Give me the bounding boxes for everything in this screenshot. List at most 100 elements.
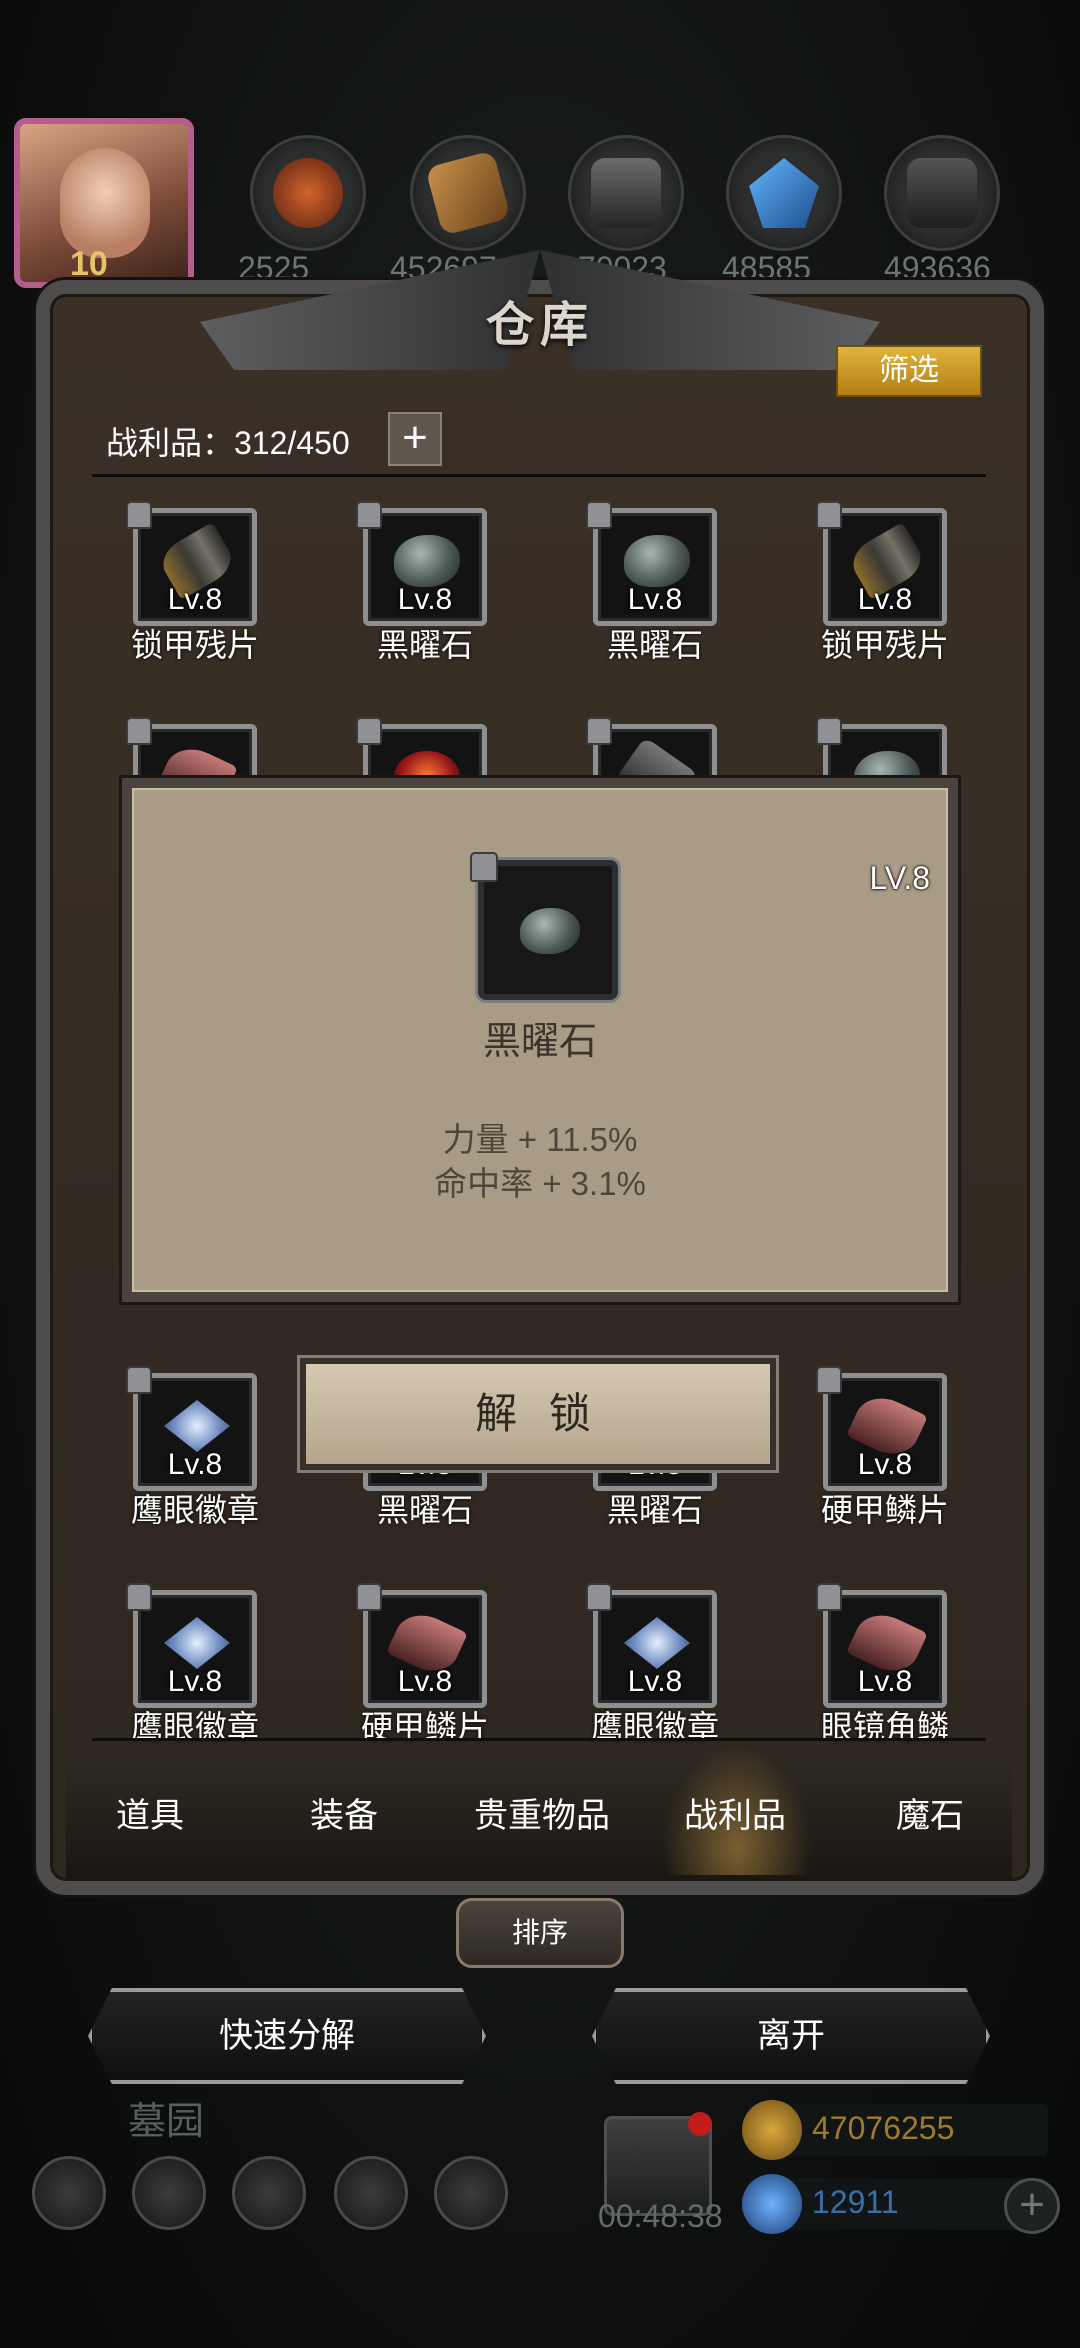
obsidian-icon: [394, 535, 460, 587]
lock-icon: [586, 501, 612, 529]
item-name: 黑曜石: [376, 627, 473, 663]
crystal-resource-icon[interactable]: [726, 135, 842, 251]
item-slot: Lv.8: [816, 1583, 947, 1708]
popup-item-level: LV.8: [869, 860, 930, 896]
lock-icon: [586, 717, 612, 745]
notification-dot: [688, 2112, 712, 2136]
item-name: 鹰眼徽章: [130, 1492, 259, 1528]
loot-item[interactable]: Lv.8 锁甲残片: [126, 501, 260, 666]
loot-item[interactable]: Lv.8 硬甲鳞片: [816, 1366, 950, 1531]
popup-item-name: 黑曜石: [482, 1021, 597, 1063]
item-name: 黑曜石: [606, 1492, 703, 1528]
item-slot: Lv.8: [126, 501, 257, 626]
tab-loot[interactable]: 战利品: [684, 1788, 786, 1837]
loot-item[interactable]: Lv.8 硬甲鳞片: [356, 1583, 490, 1748]
item-level: Lv.8: [167, 1665, 223, 1698]
player-level: 10: [70, 245, 108, 283]
lock-icon: [356, 717, 382, 745]
item-level: Lv.8: [857, 1448, 913, 1481]
item-slot: Lv.8: [816, 501, 947, 626]
zone-name: 墓园: [128, 2101, 205, 2143]
lock-icon: [816, 501, 842, 529]
item-name: 鹰眼徽章: [130, 1709, 259, 1745]
filter-button[interactable]: 筛选: [836, 345, 982, 397]
expand-capacity-button[interactable]: +: [388, 412, 442, 466]
stone-resource-icon[interactable]: [884, 135, 1000, 251]
loot-item[interactable]: Lv.8 黑曜石: [356, 501, 490, 666]
mail-icon[interactable]: [334, 2156, 408, 2230]
hawkeye-badge-icon: [164, 1617, 230, 1669]
item-name: 锁甲残片: [820, 627, 949, 663]
gem-icon: [742, 2174, 802, 2234]
item-name: 鹰眼徽章: [590, 1709, 719, 1745]
item-level: Lv.8: [627, 1665, 683, 1698]
lock-icon: [816, 1366, 842, 1394]
item-level: Lv.8: [627, 583, 683, 616]
lock-icon: [126, 1366, 152, 1394]
settings-icon[interactable]: [32, 2156, 106, 2230]
stat-accuracy: 命中率 + 3.1%: [434, 1165, 646, 1202]
tab-valuables[interactable]: 贵重物品: [474, 1788, 610, 1837]
unlock-button[interactable]: 解 锁: [300, 1358, 776, 1470]
item-slot: Lv.8: [586, 1583, 717, 1708]
tab-items[interactable]: 道具: [116, 1788, 184, 1837]
quick-decompose-button[interactable]: 快速分解: [88, 1988, 486, 2084]
item-level: Lv.8: [397, 1665, 453, 1698]
divider: [92, 474, 986, 477]
loot-item[interactable]: Lv.8 鹰眼徽章: [126, 1366, 260, 1531]
popup-item-slot: [470, 852, 618, 1000]
item-level: Lv.8: [167, 1448, 223, 1481]
tab-magic-stones[interactable]: 魔石: [896, 1788, 964, 1837]
obsidian-icon: [520, 908, 580, 954]
lock-icon: [816, 1583, 842, 1611]
lock-icon: [356, 501, 382, 529]
meat-resource-icon[interactable]: [250, 135, 366, 251]
hawkeye-badge-icon: [164, 1400, 230, 1452]
lock-icon: [470, 852, 498, 882]
gold-value: 47076255: [812, 2110, 955, 2146]
item-slot: Lv.8: [126, 1583, 257, 1708]
stat-strength: 力量 + 11.5%: [442, 1121, 638, 1158]
popup-item-stats: 力量 + 11.5% 命中率 + 3.1%: [132, 1118, 948, 1206]
item-level: Lv.8: [167, 583, 223, 616]
lock-icon: [586, 1583, 612, 1611]
hero-icon[interactable]: [132, 2156, 206, 2230]
wood-resource-icon[interactable]: [410, 135, 526, 251]
lock-icon: [816, 717, 842, 745]
lock-icon: [126, 1583, 152, 1611]
item-detail-popup: LV.8 黑曜石 力量 + 11.5% 命中率 + 3.1%: [122, 778, 958, 1302]
guild-icon[interactable]: [232, 2156, 306, 2230]
sort-button[interactable]: 排序: [456, 1898, 624, 1968]
map-icon[interactable]: [434, 2156, 508, 2230]
item-level: Lv.8: [397, 583, 453, 616]
avatar-portrait: [60, 148, 150, 258]
leave-button[interactable]: 离开: [592, 1988, 990, 2084]
divider: [92, 1738, 986, 1741]
lock-icon: [126, 501, 152, 529]
loot-item[interactable]: Lv.8 锁甲残片: [816, 501, 950, 666]
item-slot: Lv.8: [586, 501, 717, 626]
player-avatar[interactable]: 10: [14, 118, 194, 288]
lock-icon: [356, 1583, 382, 1611]
tab-equipment[interactable]: 装备: [310, 1788, 378, 1837]
loot-item[interactable]: Lv.8 眼镜角鳞: [816, 1583, 950, 1748]
iron-resource-icon[interactable]: [568, 135, 684, 251]
item-level: Lv.8: [857, 1665, 913, 1698]
item-slot: Lv.8: [816, 1366, 947, 1491]
loot-item[interactable]: Lv.8 鹰眼徽章: [126, 1583, 260, 1748]
item-slot: Lv.8: [356, 1583, 487, 1708]
loot-item[interactable]: Lv.8 黑曜石: [586, 501, 720, 666]
loot-item[interactable]: Lv.8 鹰眼徽章: [586, 1583, 720, 1748]
add-gems-button[interactable]: +: [1004, 2178, 1060, 2234]
item-name: 黑曜石: [606, 627, 703, 663]
lock-icon: [126, 717, 152, 745]
item-name: 硬甲鳞片: [360, 1709, 489, 1745]
item-level: Lv.8: [857, 583, 913, 616]
item-slot: Lv.8: [356, 501, 487, 626]
gold-coin-icon: [742, 2100, 802, 2160]
item-slot: Lv.8: [126, 1366, 257, 1491]
item-name: 黑曜石: [376, 1492, 473, 1528]
obsidian-icon: [624, 535, 690, 587]
gem-value: 12911: [812, 2184, 899, 2220]
item-name: 硬甲鳞片: [820, 1492, 949, 1528]
